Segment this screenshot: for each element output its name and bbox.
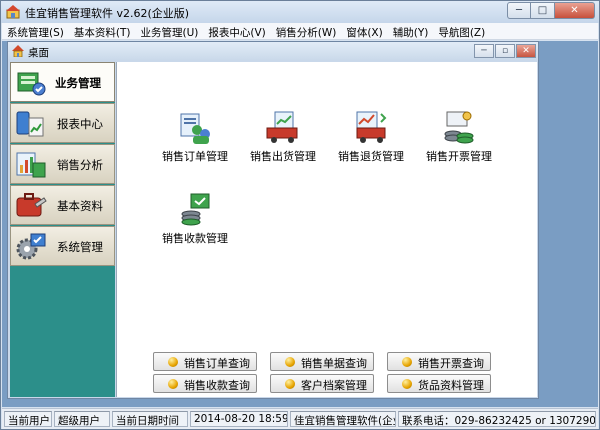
analysis-icon [16, 152, 46, 178]
status-bar: 当前用户 超级用户 当前日期时间 2014-08-20 18:59:22 佳宜销… [2, 408, 598, 429]
status-date-value: 2014-08-20 18:59:22 [190, 411, 288, 427]
menu-window[interactable]: 窗体(X) [341, 23, 387, 39]
menu-basic-data[interactable]: 基本资料(T) [69, 23, 136, 39]
quick-button-label: 客户档案管理 [301, 379, 367, 392]
status-app-name: 佳宜销售管理软件(企业版) [290, 411, 396, 427]
report-icon [16, 111, 44, 137]
sales-document-query-button[interactable]: 销售单据查询 [270, 352, 374, 371]
menu-business[interactable]: 业务管理(U) [135, 23, 203, 39]
sales-receipt-label: 销售收款管理 [162, 232, 228, 245]
sales-order-management[interactable]: 销售订单管理 [147, 110, 243, 174]
status-user-label: 当前用户 [4, 411, 52, 427]
product-data-button[interactable]: 货品资料管理 [387, 374, 491, 393]
menu-navigation-map[interactable]: 导航图(Z) [433, 23, 490, 39]
yellow-dot-icon [168, 357, 178, 367]
title-bar[interactable]: 佳宜销售管理软件 v2.62(企业版) ─ □ ✕ [1, 1, 599, 23]
business-icon [17, 72, 46, 96]
sales-order-label: 销售订单管理 [162, 150, 228, 163]
app-window: 佳宜销售管理软件 v2.62(企业版) ─ □ ✕ 系统管理(S) 基本资料(T… [0, 0, 600, 430]
sales-invoice-query-button[interactable]: 销售开票查询 [387, 352, 491, 371]
menu-reports[interactable]: 报表中心(V) [203, 23, 270, 39]
desktop-child-window: 桌面 ─ ▫ ✕ 业务管理 报表中心 销售分析 基本资料 系统管理 销售订单管理… [7, 41, 539, 399]
app-logo-icon [6, 5, 20, 19]
quick-button-label: 货品资料管理 [418, 379, 484, 392]
minimize-button[interactable]: ─ [507, 2, 531, 19]
quick-button-label: 销售收款查询 [184, 379, 250, 392]
nav-item-sales-analysis[interactable]: 销售分析 [10, 144, 115, 184]
sales-invoice-label: 销售开票管理 [426, 150, 492, 163]
sales-order-icon [180, 113, 210, 144]
nav-label-sales-analysis: 销售分析 [57, 158, 103, 172]
business-content-panel: 销售订单管理 销售出货管理 销售退货管理 销售开票管理 销售收款管理 销售订单查… [116, 62, 537, 397]
sales-shipment-icon [266, 111, 298, 143]
sales-invoice-management[interactable]: 销售开票管理 [411, 110, 507, 174]
child-minimize-button[interactable]: ─ [474, 44, 494, 58]
nav-item-system[interactable]: 系统管理 [10, 226, 115, 266]
sales-shipment-management[interactable]: 销售出货管理 [235, 110, 331, 174]
nav-label-business: 业务管理 [55, 76, 101, 90]
system-gear-icon [16, 233, 46, 260]
menu-system[interactable]: 系统管理(S) [2, 23, 69, 39]
sales-receipt-management[interactable]: 销售收款管理 [147, 192, 243, 256]
menu-sales-analysis[interactable]: 销售分析(W) [271, 23, 342, 39]
child-restore-button[interactable]: ▫ [495, 44, 515, 58]
status-date-label: 当前日期时间 [112, 411, 188, 427]
yellow-dot-icon [402, 357, 412, 367]
maximize-button[interactable]: □ [531, 2, 555, 19]
quick-button-label: 销售订单查询 [184, 357, 250, 370]
module-navigation: 业务管理 报表中心 销售分析 基本资料 系统管理 [10, 62, 115, 397]
nav-item-business[interactable]: 业务管理 [10, 62, 115, 102]
child-window-title: 桌面 [28, 47, 49, 59]
menu-help[interactable]: 辅助(Y) [388, 23, 434, 39]
mdi-desktop: 桌面 ─ ▫ ✕ 业务管理 报表中心 销售分析 基本资料 系统管理 销售订单管理… [2, 41, 598, 407]
sales-receipt-icon [181, 193, 210, 226]
yellow-dot-icon [168, 379, 178, 389]
menu-bar: 系统管理(S) 基本资料(T) 业务管理(U) 报表中心(V) 销售分析(W) … [2, 23, 598, 40]
customer-records-button[interactable]: 客户档案管理 [270, 374, 374, 393]
close-button[interactable]: ✕ [555, 2, 595, 19]
status-contact: 联系电话：029-86232425 or 13072908447 [398, 411, 596, 427]
yellow-dot-icon [285, 379, 295, 389]
quick-button-label: 销售开票查询 [418, 357, 484, 370]
nav-item-reports[interactable]: 报表中心 [10, 103, 115, 143]
nav-label-system: 系统管理 [57, 240, 103, 254]
desktop-house-icon [12, 45, 24, 57]
sales-return-management[interactable]: 销售退货管理 [323, 110, 419, 174]
nav-label-basic-data: 基本资料 [57, 199, 103, 213]
yellow-dot-icon [402, 379, 412, 389]
sales-order-query-button[interactable]: 销售订单查询 [153, 352, 257, 371]
child-close-button[interactable]: ✕ [516, 44, 536, 58]
quick-button-label: 销售单据查询 [301, 357, 367, 370]
yellow-dot-icon [285, 357, 295, 367]
child-title-bar[interactable]: 桌面 ─ ▫ ✕ [8, 42, 538, 60]
sales-return-label: 销售退货管理 [338, 150, 404, 163]
nav-label-reports: 报表中心 [57, 117, 103, 131]
window-title: 佳宜销售管理软件 v2.62(企业版) [25, 7, 190, 20]
sales-receipt-query-button[interactable]: 销售收款查询 [153, 374, 257, 393]
sales-shipment-label: 销售出货管理 [250, 150, 316, 163]
sales-invoice-icon [444, 111, 474, 144]
window-controls: ─ □ ✕ [507, 2, 595, 19]
nav-item-basic-data[interactable]: 基本资料 [10, 185, 115, 225]
sales-return-icon [356, 111, 387, 143]
basic-data-icon [16, 193, 47, 217]
child-window-controls: ─ ▫ ✕ [474, 44, 536, 58]
status-user-value: 超级用户 [54, 411, 110, 427]
